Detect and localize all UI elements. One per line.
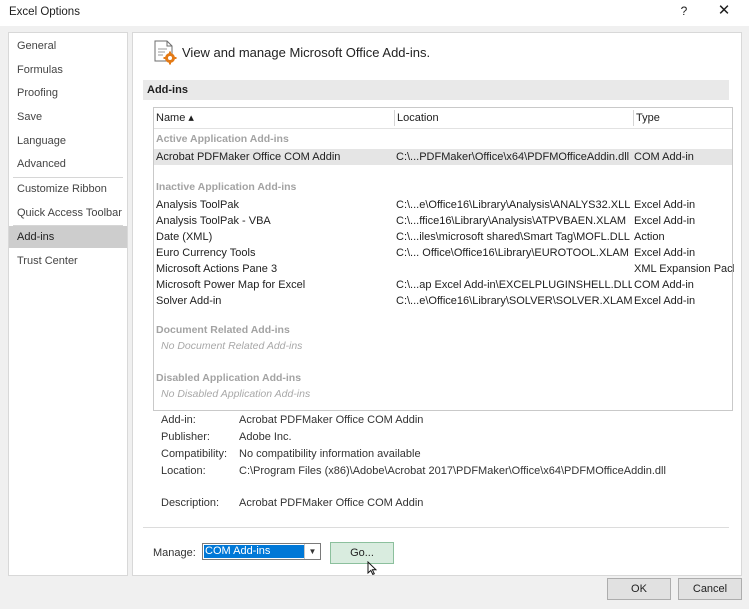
go-button[interactable]: Go... <box>330 542 394 564</box>
description-label: Description: <box>161 497 220 509</box>
addin-name: Analysis ToolPak - VBA <box>156 215 271 227</box>
help-icon[interactable]: ? <box>676 4 692 18</box>
table-row[interactable]: Microsoft Power Map for Excel C:\...ap E… <box>154 277 732 293</box>
nav-item-trust-center[interactable]: Trust Center <box>9 250 127 272</box>
add-ins-gear-icon <box>154 40 177 65</box>
close-icon[interactable]: ✕ <box>713 2 735 22</box>
header-underline <box>154 128 732 129</box>
addin-label: Add-in: <box>161 414 196 426</box>
table-row[interactable]: Euro Currency Tools C:\... Office\Office… <box>154 245 732 261</box>
cancel-button[interactable]: Cancel <box>678 578 742 600</box>
column-header-location[interactable]: Location <box>395 108 633 128</box>
nav-item-advanced[interactable]: Advanced <box>9 153 127 175</box>
ok-button[interactable]: OK <box>607 578 671 600</box>
location-label: Location: <box>161 465 206 477</box>
location-value: C:\Program Files (x86)\Adobe\Acrobat 201… <box>239 465 666 477</box>
description-value: Acrobat PDFMaker Office COM Addin <box>239 497 424 509</box>
add-ins-panel: View and manage Microsoft Office Add-ins… <box>132 32 742 576</box>
mouse-cursor-icon <box>367 561 377 575</box>
addin-type: COM Add-in <box>634 279 694 291</box>
empty-message: No Disabled Application Add-ins <box>161 388 311 400</box>
addin-name: Analysis ToolPak <box>156 199 239 211</box>
group-label-inactive: Inactive Application Add-ins <box>156 181 297 193</box>
addin-location: C:\...PDFMaker\Office\x64\PDFMOfficeAddi… <box>396 151 630 163</box>
addin-location: C:\...e\Office16\Library\SOLVER\SOLVER.X… <box>396 295 632 307</box>
addin-value: Acrobat PDFMaker Office COM Addin <box>239 414 424 426</box>
publisher-value: Adobe Inc. <box>239 431 292 443</box>
addin-name: Microsoft Actions Pane 3 <box>156 263 278 275</box>
addin-name: Microsoft Power Map for Excel <box>156 279 306 291</box>
group-label-active: Active Application Add-ins <box>156 133 289 145</box>
empty-message: No Document Related Add-ins <box>161 340 303 352</box>
manage-selected-value: COM Add-ins <box>204 545 304 558</box>
column-header-name[interactable]: Name ▴ <box>154 108 394 128</box>
addin-location: C:\...ffice16\Library\Analysis\ATPVBAEN.… <box>396 215 627 227</box>
addin-name: Euro Currency Tools <box>156 247 256 259</box>
compatibility-value: No compatibility information available <box>239 448 421 460</box>
nav-item-language[interactable]: Language <box>9 130 127 152</box>
page-heading: View and manage Microsoft Office Add-ins… <box>182 45 431 60</box>
nav-item-general[interactable]: General <box>9 35 127 57</box>
addin-name: Date (XML) <box>156 231 213 243</box>
table-row[interactable]: Microsoft Actions Pane 3 XML Expansion P… <box>154 261 734 277</box>
table-row[interactable]: Acrobat PDFMaker Office COM Addin C:\...… <box>154 149 732 165</box>
group-label-document: Document Related Add-ins <box>156 324 290 336</box>
chevron-down-icon[interactable]: ▼ <box>304 544 320 559</box>
table-row[interactable]: Analysis ToolPak C:\...e\Office16\Librar… <box>154 197 732 213</box>
addin-location: C:\...iles\microsoft shared\Smart Tag\MO… <box>396 231 630 243</box>
window-title: Excel Options <box>9 6 80 18</box>
manage-dropdown[interactable]: COM Add-ins ▼ <box>202 543 321 560</box>
compatibility-label: Compatibility: <box>161 448 228 460</box>
table-row[interactable]: Analysis ToolPak - VBA C:\...ffice16\Lib… <box>154 213 732 229</box>
title-bar: Excel Options ? ✕ <box>0 0 749 26</box>
addin-name: Solver Add-in <box>156 295 222 307</box>
options-nav: General Formulas Proofing Save Language … <box>8 32 128 576</box>
nav-item-customize-ribbon[interactable]: Customize Ribbon <box>9 178 127 200</box>
addin-location: C:\... Office\Office16\Library\EUROTOOL.… <box>396 247 629 259</box>
group-label-disabled: Disabled Application Add-ins <box>156 372 302 384</box>
addin-type: XML Expansion Pack <box>634 263 734 275</box>
addin-location: C:\...e\Office16\Library\Analysis\ANALYS… <box>396 199 631 211</box>
column-header-type[interactable]: Type <box>634 108 732 128</box>
table-row[interactable]: Solver Add-in C:\...e\Office16\Library\S… <box>154 293 732 309</box>
nav-item-proofing[interactable]: Proofing <box>9 82 127 104</box>
addin-name: Acrobat PDFMaker Office COM Addin <box>156 151 341 163</box>
addin-type: Excel Add-in <box>634 295 696 307</box>
manage-label: Manage: <box>153 547 196 559</box>
addin-type: Excel Add-in <box>634 215 696 227</box>
section-title: Add-ins <box>143 80 729 100</box>
publisher-label: Publisher: <box>161 431 210 443</box>
divider <box>143 527 729 528</box>
addin-type: Excel Add-in <box>634 247 696 259</box>
nav-item-add-ins[interactable]: Add-ins <box>9 226 127 248</box>
addin-type: Action <box>634 231 665 243</box>
table-row[interactable]: Date (XML) C:\...iles\microsoft shared\S… <box>154 229 732 245</box>
nav-item-save[interactable]: Save <box>9 106 127 128</box>
addin-location: C:\...ap Excel Add-in\EXCELPLUGINSHELL.D… <box>396 279 632 291</box>
addin-type: COM Add-in <box>634 151 694 163</box>
nav-item-formulas[interactable]: Formulas <box>9 59 127 81</box>
add-ins-list[interactable]: Name ▴ Location Type Active Application … <box>153 107 734 411</box>
nav-item-quick-access-toolbar[interactable]: Quick Access Toolbar <box>9 202 127 224</box>
addin-type: Excel Add-in <box>634 199 696 211</box>
